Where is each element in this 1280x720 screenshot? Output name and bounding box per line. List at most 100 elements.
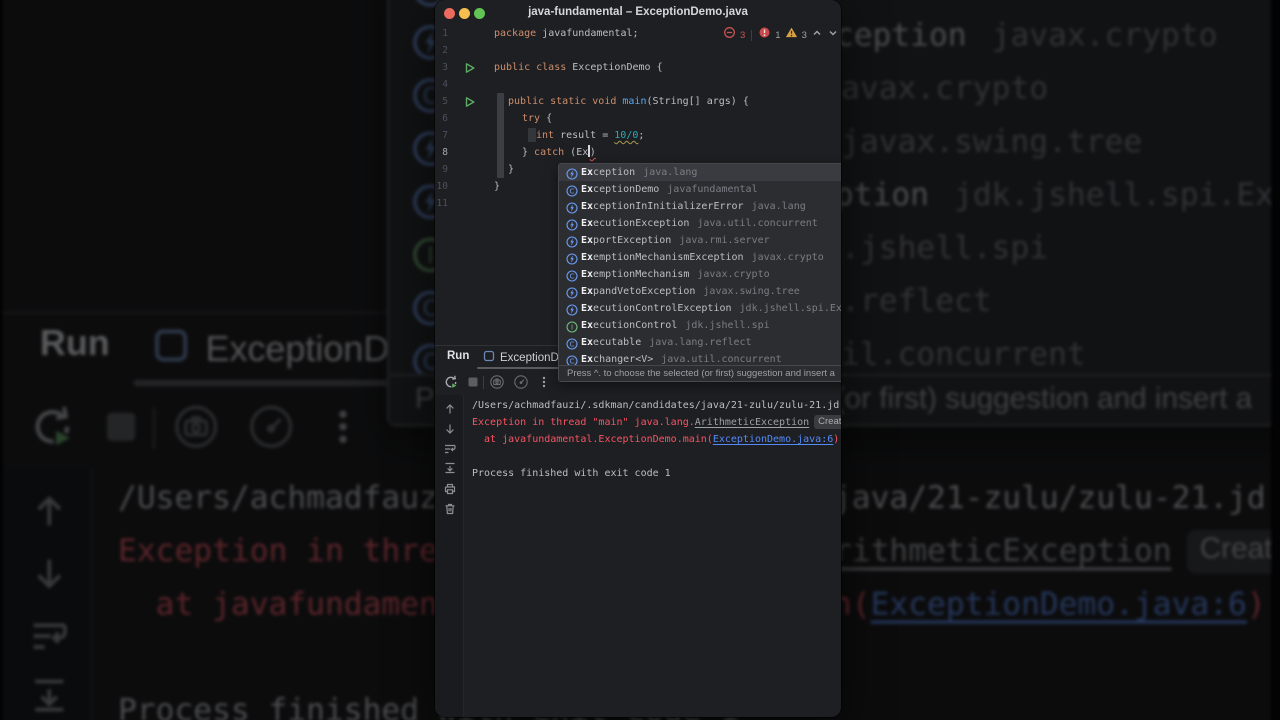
code-line-8[interactable]: 8 } catch (Ex) [435, 144, 841, 161]
error-icon [758, 26, 771, 44]
bg-run-tab-label: ExceptionDe [205, 333, 410, 371]
interface-icon: I [566, 320, 578, 333]
line-number[interactable]: 11 [435, 195, 448, 212]
bg-down-stack-button [27, 552, 71, 596]
muted-count: 3 [740, 29, 746, 41]
inspections-widget[interactable]: 3 1 3 [723, 27, 839, 43]
scroll-to-end-button[interactable] [443, 461, 457, 475]
line-number[interactable]: 5 [435, 93, 448, 110]
completion-item[interactable]: ExecutionException java.util.concurrent [559, 215, 841, 232]
line-number[interactable]: 6 [435, 110, 448, 127]
window-title: java-fundamental – ExceptionDemo.java [528, 6, 748, 18]
arithmetic-exception-link[interactable]: ArithmeticException [695, 417, 809, 428]
bg-toolbar-divider [152, 408, 156, 449]
exception-icon [566, 167, 578, 180]
soft-wrap-button[interactable] [443, 442, 457, 456]
exception-icon [566, 286, 578, 299]
completion-item-label: ExecutionControlException [581, 303, 732, 314]
exception-icon [566, 252, 578, 265]
exception-icon [566, 303, 578, 316]
completion-item-package: java.lang [643, 167, 698, 178]
code-line-3[interactable]: 3 public class ExceptionDemo { [435, 59, 841, 76]
line-number[interactable]: 7 [435, 127, 448, 144]
code-line-2[interactable]: 2 [435, 42, 841, 59]
up-stack-button[interactable] [443, 402, 457, 416]
file-line-link[interactable]: ExceptionDemo.java:6 [713, 434, 833, 445]
code-line-6[interactable]: 6 try { [435, 110, 841, 127]
completion-items: Exception java.lang C ExceptionDemo javafund… [559, 164, 841, 365]
down-stack-button[interactable] [443, 422, 457, 436]
completion-footer: Press ^. to choose the selected (or firs… [559, 365, 841, 381]
line-number[interactable]: 1 [435, 25, 448, 42]
completion-item-label: ExecutionControl [581, 320, 678, 331]
bg-run-panel-title: Run [39, 326, 110, 365]
bg-active-tab-underline [133, 379, 437, 387]
completion-item[interactable]: ExemptionMechanismException javax.crypto [559, 249, 841, 266]
exception-icon [566, 218, 578, 231]
console-line-stacktrace: at javafundamental.ExceptionDemo.main(Ex… [472, 434, 840, 445]
code-text: int result = 10/0; [536, 130, 645, 141]
run-panel: Run ExceptionDe /Users/achmadfauzi/.sdkm… [435, 345, 841, 717]
run-tab[interactable]: ExceptionDe [483, 349, 565, 367]
line-number[interactable]: 8 [435, 144, 448, 161]
warning-count: 3 [801, 29, 807, 41]
completion-item-label: Exchanger<V> [581, 354, 654, 365]
line-number[interactable]: 9 [435, 161, 448, 178]
completion-item[interactable]: ExportException java.rmi.server [559, 232, 841, 249]
code-line-4[interactable]: 4 [435, 76, 841, 93]
bg-completion-item-package: jdk.jshell.spi.Ex [954, 179, 1272, 215]
completion-item-label: ExceptionDemo [581, 184, 660, 195]
code-text: package javafundamental; [494, 28, 639, 39]
line-number[interactable]: 4 [435, 76, 448, 93]
print-button[interactable] [443, 482, 457, 496]
bg-completion-item-package: javax.crypto [822, 73, 1049, 108]
completion-item[interactable]: C ExemptionMechanism javax.crypto [559, 266, 841, 283]
completion-item[interactable]: I ExecutionControl jdk.jshell.spi [559, 317, 841, 334]
code-text: } [508, 164, 515, 175]
class-icon: C [566, 184, 578, 197]
clear-console-button[interactable] [443, 502, 457, 516]
completion-item-package: java.util.concurrent [661, 354, 782, 365]
completion-item[interactable]: ExpandVetoException javax.swing.tree [559, 283, 841, 300]
completion-item[interactable]: C Executable java.lang.reflect [559, 334, 841, 351]
console-line-exception: Exception in thread "main" java.lang.Ari… [472, 414, 841, 431]
profiler-camera-button[interactable] [488, 374, 506, 392]
completion-item-package: javax.crypto [697, 269, 770, 280]
completion-item[interactable]: ExceptionInInitializerError java.lang [559, 198, 841, 215]
create-breakpoint-hint[interactable]: Create breakpoint [814, 415, 841, 429]
rerun-button[interactable] [442, 374, 460, 392]
svg-text:C: C [569, 356, 574, 365]
completion-item[interactable]: C ExceptionDemo javafundamental [559, 181, 841, 198]
bg-arithmetic-exception-link: ArithmeticException [814, 536, 1172, 571]
bg-console-gutter [2, 467, 93, 720]
completion-item-label: Executable [581, 337, 642, 348]
profiler-gauge-button[interactable] [512, 374, 530, 392]
bg-scroll-to-end-button [27, 674, 71, 718]
line-number[interactable]: 10 [435, 178, 448, 195]
completion-item[interactable]: C Exchanger<V> java.util.concurrent [559, 351, 841, 365]
completion-item-package: java.util.concurrent [697, 218, 818, 229]
more-options-button[interactable] [535, 374, 553, 392]
prev-problem-chevron-icon[interactable] [811, 26, 823, 44]
next-problem-chevron-icon[interactable] [827, 26, 839, 44]
completion-item-package: javax.swing.tree [703, 286, 800, 297]
video-frame: java-fundamental – ExceptionDemo.java 1 p… [0, 0, 1280, 720]
completion-item-package: javafundamental [667, 184, 758, 195]
code-line-7[interactable]: 7 int result = 10/0; [435, 127, 841, 144]
run-line-icon[interactable] [465, 96, 475, 107]
muted-problems-icon [723, 26, 736, 44]
run-tab-label: ExceptionDe [500, 352, 566, 364]
code-text: public class ExceptionDemo { [494, 62, 663, 73]
class-icon: C [566, 269, 578, 282]
code-line-5[interactable]: 5 public static void main(String[] args) … [435, 93, 841, 110]
stop-button[interactable] [464, 374, 482, 392]
run-line-icon[interactable] [465, 62, 475, 73]
bg-profiler-gauge-button [243, 402, 299, 458]
completion-item[interactable]: Exception java.lang [559, 164, 841, 181]
line-number[interactable]: 3 [435, 59, 448, 76]
svg-text:C: C [569, 186, 574, 195]
completion-item[interactable]: ExecutionControlException jdk.jshell.spi.… [559, 300, 841, 317]
line-number[interactable]: 2 [435, 42, 448, 59]
exception-icon [566, 235, 578, 248]
code-text: } catch (Ex) [522, 145, 596, 158]
